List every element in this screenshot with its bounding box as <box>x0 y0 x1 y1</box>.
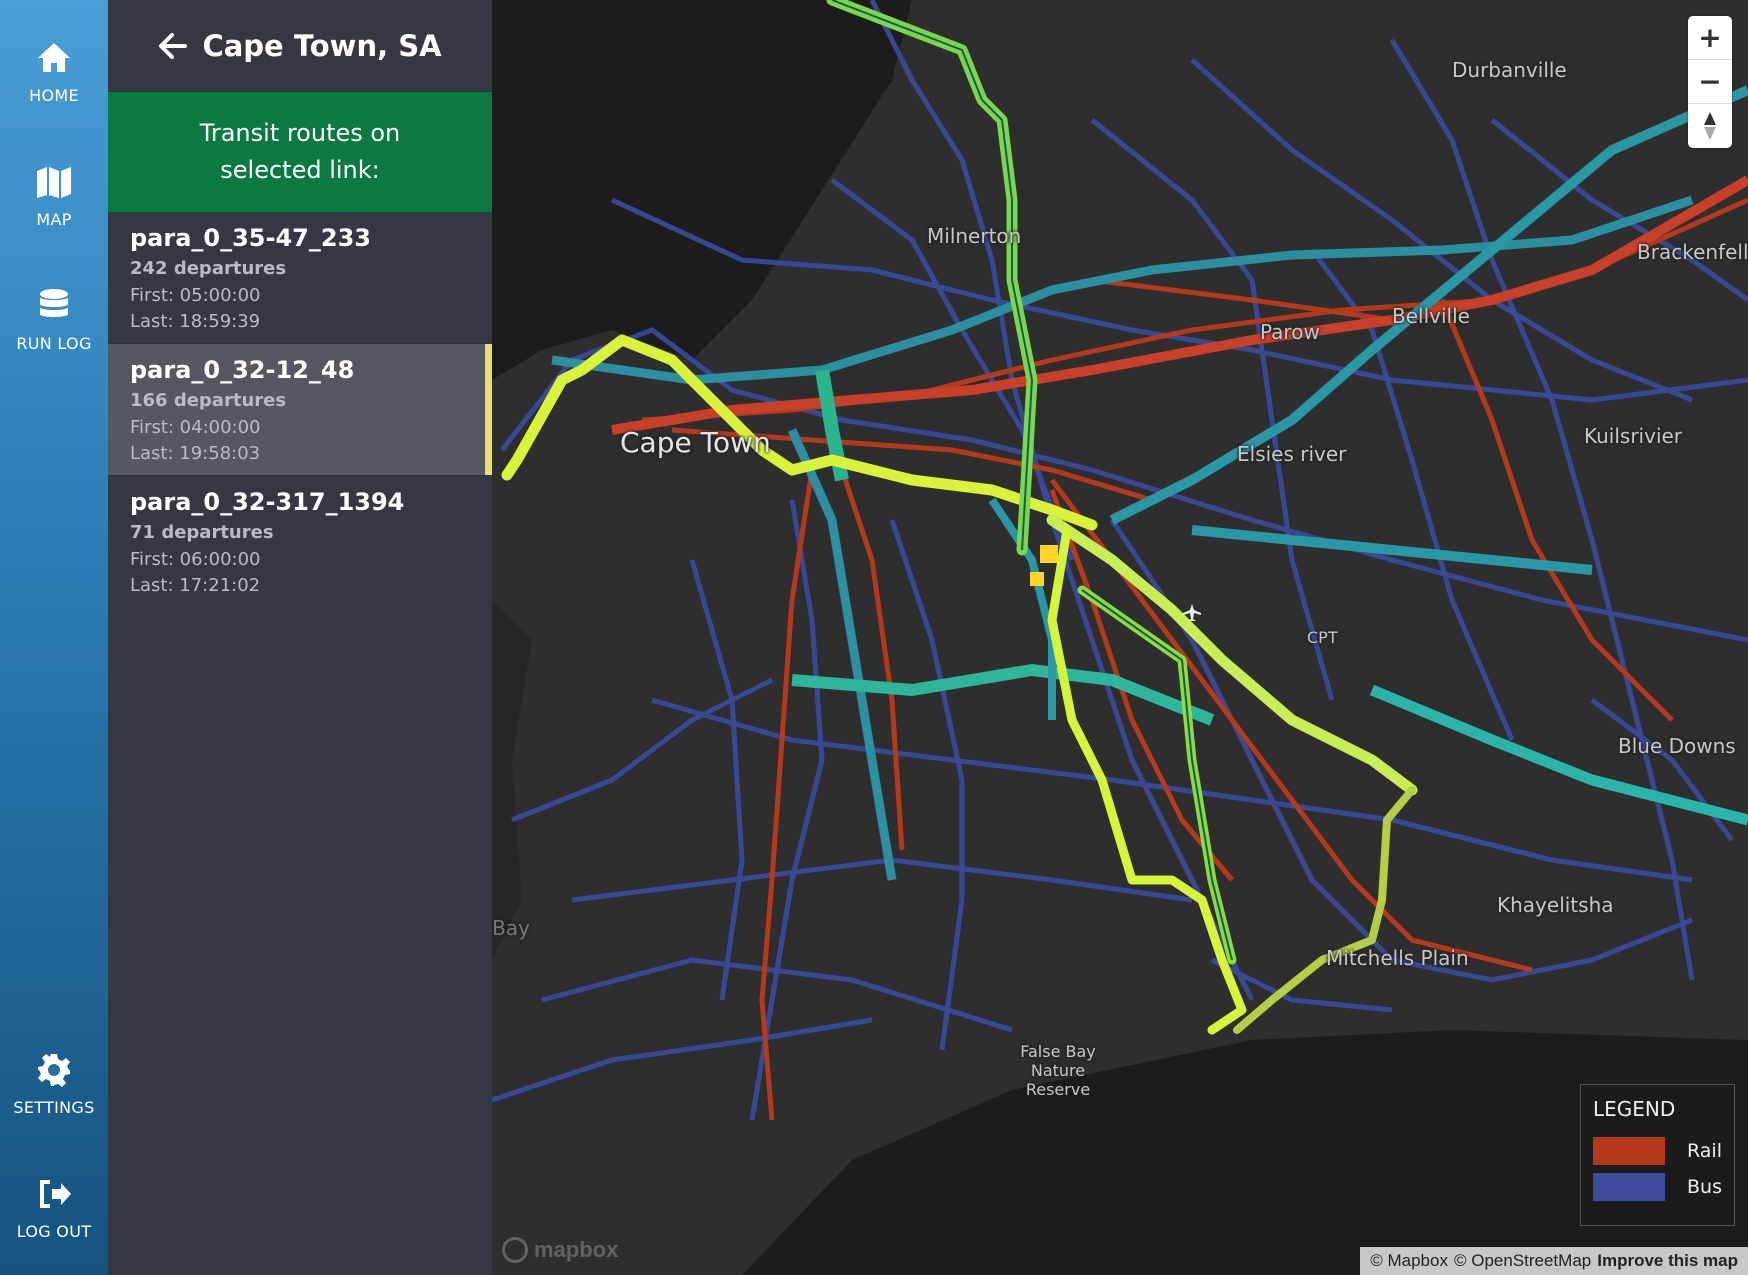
place-mitchells-plain: Mitchells Plain <box>1326 946 1469 970</box>
place-milnerton: Milnerton <box>927 224 1022 248</box>
map-layer <box>492 0 1748 1275</box>
selected-link-banner: Transit routes on selected link: <box>108 92 492 212</box>
selected-link-marker <box>1040 545 1058 563</box>
page-title: Cape Town, SA <box>202 28 442 63</box>
route-item[interactable]: para_0_35-47_233 242 departures First: 0… <box>108 212 492 344</box>
home-icon <box>38 43 70 72</box>
route-first: First: 06:00:00 <box>130 549 261 570</box>
route-departures: 242 departures <box>130 258 287 279</box>
attribution-mapbox-link[interactable]: © Mapbox <box>1370 1251 1448 1271</box>
place-kuilsrivier: Kuilsrivier <box>1584 424 1683 448</box>
route-last: Last: 17:21:02 <box>130 575 261 596</box>
atlantic-water <box>492 600 532 960</box>
nav-map[interactable]: MAP <box>0 162 108 272</box>
mapbox-logo-text: mapbox <box>534 1237 619 1262</box>
legend-label-bus: Bus <box>1687 1176 1722 1198</box>
attribution-osm-link[interactable]: © OpenStreetMap <box>1454 1251 1591 1271</box>
legend-title: LEGEND <box>1593 1097 1676 1121</box>
place-khayelitsha: Khayelitsha <box>1497 893 1614 917</box>
place-false-bay: False Bay Nature Reserve <box>1020 1042 1096 1099</box>
nav-run-log[interactable]: RUN LOG <box>0 286 108 396</box>
mapbox-logo[interactable]: mapbox <box>502 1237 618 1263</box>
place-elsies-river: Elsies river <box>1237 442 1347 466</box>
main-nav: HOME MAP RUN LOG SETTINGS LOG OUT <box>0 0 108 1275</box>
route-departures: 166 departures <box>130 390 287 411</box>
nav-log-out-label: LOG OUT <box>16 1222 92 1241</box>
nav-log-out[interactable]: LOG OUT <box>0 1174 108 1275</box>
place-hout-bay: Hout Bay <box>492 916 530 940</box>
nav-settings-label: SETTINGS <box>13 1098 95 1117</box>
mapbox-logo-icon <box>502 1237 528 1263</box>
map-icon <box>37 167 71 198</box>
map-attribution: © Mapbox © OpenStreetMap Improve this ma… <box>1360 1247 1748 1275</box>
compass-button[interactable] <box>1688 104 1732 148</box>
back-arrow-icon[interactable] <box>158 31 188 61</box>
route-name: para_0_32-317_1394 <box>130 488 405 516</box>
gear-icon <box>38 1054 70 1087</box>
route-panel: Cape Town, SA Transit routes on selected… <box>108 0 492 1275</box>
route-first: First: 04:00:00 <box>130 417 261 438</box>
legend-swatch-rail <box>1593 1137 1665 1165</box>
place-durbanville: Durbanville <box>1452 58 1567 82</box>
zoom-controls: + − <box>1688 16 1732 148</box>
legend-item-rail: Rail <box>1593 1137 1722 1165</box>
route-last: Last: 18:59:39 <box>130 311 261 332</box>
route-departures: 71 departures <box>130 522 274 543</box>
route-name: para_0_32-12_48 <box>130 356 355 384</box>
place-cpt: CPT <box>1307 628 1338 647</box>
legend-item-bus: Bus <box>1593 1173 1722 1201</box>
nav-run-log-label: RUN LOG <box>16 334 92 353</box>
panel-header: Cape Town, SA <box>108 0 492 92</box>
legend-label-rail: Rail <box>1687 1140 1722 1162</box>
nav-home-label: HOME <box>29 86 79 105</box>
nav-settings[interactable]: SETTINGS <box>0 1050 108 1160</box>
log-out-icon <box>40 1180 71 1208</box>
route-item-selected[interactable]: para_0_32-12_48 166 departures First: 04… <box>108 344 492 476</box>
legend-swatch-bus <box>1593 1173 1665 1201</box>
place-brackenfell: Brackenfell <box>1637 240 1748 264</box>
nav-map-label: MAP <box>36 210 72 229</box>
compass-icon <box>1704 112 1716 140</box>
route-last: Last: 19:58:03 <box>130 443 261 464</box>
route-first: First: 05:00:00 <box>130 285 261 306</box>
map-legend: LEGEND Rail Bus <box>1580 1084 1735 1226</box>
database-icon <box>40 289 68 317</box>
place-bellville: Bellville <box>1392 304 1470 328</box>
nav-home[interactable]: HOME <box>0 38 108 148</box>
place-blue-downs: Blue Downs <box>1618 734 1736 758</box>
route-item[interactable]: para_0_32-317_1394 71 departures First: … <box>108 476 492 608</box>
improve-map-link[interactable]: Improve this map <box>1597 1251 1738 1271</box>
app: HOME MAP RUN LOG SETTINGS LOG OUT Cape T… <box>0 0 1748 1275</box>
map-canvas[interactable]: Durbanville Milnerton Brackenfell Parow … <box>492 0 1748 1275</box>
zoom-out-button[interactable]: − <box>1688 60 1732 104</box>
place-cape-town: Cape Town <box>620 426 771 459</box>
place-parow: Parow <box>1260 320 1320 344</box>
zoom-in-button[interactable]: + <box>1688 16 1732 60</box>
route-name: para_0_35-47_233 <box>130 224 371 252</box>
